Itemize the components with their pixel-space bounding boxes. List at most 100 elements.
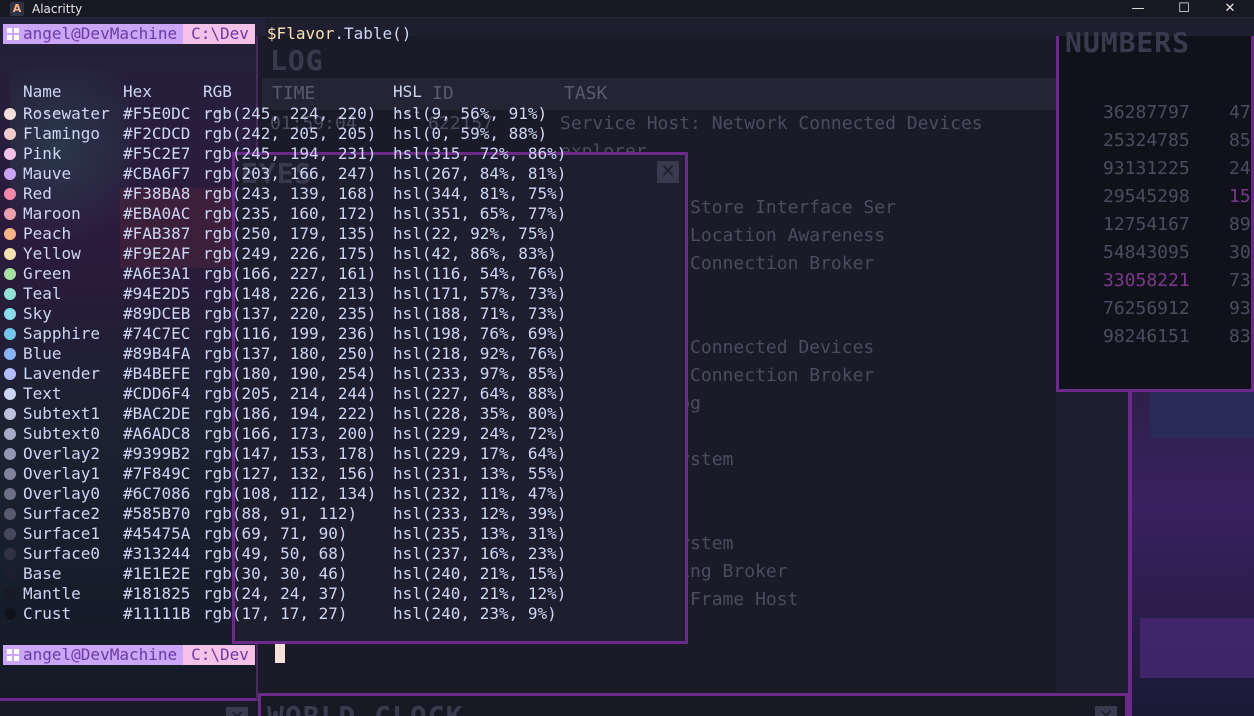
number-value-partial: 89 — [1229, 214, 1251, 235]
table-row: Peach #FAB387 rgb(250, 179, 135) hsl(22, 92… — [4, 224, 604, 244]
column-header-hsl: HSL — [393, 82, 422, 101]
table-row: Subtext1 #BAC2DE rgb(186, 194, 222) hsl(228… — [4, 404, 604, 424]
terminal-viewport[interactable]: LOG TIME ID TASK 01:59:04 622157 Service H… — [0, 18, 1254, 716]
color-hsl: hsl(344, 81%, 75%) — [393, 184, 567, 203]
windows-logo-icon — [7, 28, 19, 40]
color-hsl: hsl(240, 21%, 12%) — [393, 584, 567, 603]
color-rgb: rgb(148, 226, 213) — [203, 284, 377, 303]
color-swatch-icon — [4, 568, 16, 580]
minimize-button[interactable]: — — [1115, 0, 1161, 18]
panel-border — [1128, 392, 1132, 716]
world-clock-close-icon[interactable]: ✕ — [1095, 706, 1117, 716]
color-swatch-icon — [4, 268, 16, 280]
maximize-button[interactable]: ☐ — [1161, 0, 1207, 18]
eyes-panel-close-icon[interactable]: ✕ — [657, 161, 679, 183]
color-name: Surface1 — [23, 524, 101, 543]
color-hex: #1E1E2E — [123, 564, 191, 583]
color-hex: #A6E3A1 — [123, 264, 191, 283]
color-hex: #89B4FA — [123, 344, 191, 363]
left-panel-close-icon[interactable]: ✕ — [226, 707, 248, 716]
color-name: Sapphire — [23, 324, 101, 343]
table-row: Maroon #EBA0AC rgb(235, 160, 172) hsl(351, … — [4, 204, 604, 224]
table-row: Overlay0 #6C7086 rgb(108, 112, 134) hsl(232… — [4, 484, 604, 504]
number-value: 76256912 — [1103, 298, 1190, 319]
color-name: Green — [23, 264, 72, 283]
color-hsl: hsl(233, 12%, 39%) — [393, 504, 567, 523]
color-rgb: rgb(30, 30, 46) — [203, 564, 348, 583]
text-cursor — [274, 644, 285, 663]
color-name: Lavender — [23, 364, 101, 383]
table-row: Yellow #F9E2AF rgb(249, 226, 175) hsl(42, 8… — [4, 244, 604, 264]
number-value: 54843095 — [1103, 242, 1190, 263]
color-hsl: hsl(235, 13%, 31%) — [393, 524, 567, 543]
color-hex: #F5E0DC — [123, 104, 191, 123]
table-row: Blue #89B4FA rgb(137, 180, 250) hsl(218, 92… — [4, 344, 604, 364]
color-name: Maroon — [23, 204, 81, 223]
color-rgb: rgb(245, 194, 231) — [203, 144, 377, 163]
color-swatch-icon — [4, 208, 16, 220]
color-rgb: rgb(137, 180, 250) — [203, 344, 377, 363]
color-hex: #585B70 — [123, 504, 191, 523]
color-hsl: hsl(315, 72%, 86%) — [393, 144, 567, 163]
color-hex: #89DCEB — [123, 304, 191, 323]
color-swatch-icon — [4, 168, 16, 180]
color-swatch-icon — [4, 528, 16, 540]
prompt-user: angel@DevMachine — [23, 24, 178, 43]
column-header-rgb: RGB — [203, 82, 232, 101]
table-row: Lavender #B4BEFE rgb(180, 190, 254) hsl(233… — [4, 364, 604, 384]
table-row: Subtext0 #A6ADC8 rgb(166, 173, 200) hsl(229… — [4, 424, 604, 444]
color-hex: #74C7EC — [123, 324, 191, 343]
color-swatch-icon — [4, 408, 16, 420]
color-name: Overlay2 — [23, 444, 101, 463]
number-value: 93131225 — [1103, 158, 1190, 179]
color-rgb: rgb(203, 166, 247) — [203, 164, 377, 183]
prompt-line-empty: angel@DevMachine C:\Dev — [3, 644, 285, 665]
color-name: Subtext1 — [23, 404, 101, 423]
color-hsl: hsl(188, 71%, 73%) — [393, 304, 567, 323]
color-hsl: hsl(232, 11%, 47%) — [393, 484, 567, 503]
column-header-name: Name — [23, 82, 62, 101]
color-hex: #F9E2AF — [123, 244, 191, 263]
number-value-partial: 85 — [1229, 130, 1251, 151]
color-name: Surface2 — [23, 504, 101, 523]
color-hex: #FAB387 — [123, 224, 191, 243]
color-hsl: hsl(229, 17%, 64%) — [393, 444, 567, 463]
table-row: Surface1 #45475A rgb(69, 71, 90) hsl(235, 1… — [4, 524, 604, 544]
color-swatch-icon — [4, 488, 16, 500]
color-hsl: hsl(233, 97%, 85%) — [393, 364, 567, 383]
color-rgb: rgb(116, 199, 236) — [203, 324, 377, 343]
color-rgb: rgb(147, 153, 178) — [203, 444, 377, 463]
color-rgb: rgb(24, 24, 37) — [203, 584, 348, 603]
color-rgb: rgb(186, 194, 222) — [203, 404, 377, 423]
color-swatch-icon — [4, 368, 16, 380]
color-name: Rosewater — [23, 104, 110, 123]
color-hex: #B4BEFE — [123, 364, 191, 383]
color-swatch-icon — [4, 328, 16, 340]
color-hsl: hsl(240, 23%, 9%) — [393, 604, 557, 623]
color-hsl: hsl(22, 92%, 75%) — [393, 224, 557, 243]
number-value-partial: 73 — [1229, 270, 1251, 291]
color-name: Crust — [23, 604, 72, 623]
color-hex: #F5C2E7 — [123, 144, 191, 163]
color-name: Blue — [23, 344, 62, 363]
color-rgb: rgb(250, 179, 135) — [203, 224, 377, 243]
color-hex: #6C7086 — [123, 484, 191, 503]
color-hex: #CBA6F7 — [123, 164, 191, 183]
color-hex: #CDD6F4 — [123, 384, 191, 403]
table-row: Crust #11111B rgb(17, 17, 27) hsl(240, 23%,… — [4, 604, 604, 624]
color-hex: #181825 — [123, 584, 191, 603]
color-swatch-icon — [4, 548, 16, 560]
color-hex: #EBA0AC — [123, 204, 191, 223]
prompt-line-command: angel@DevMachine C:\Dev $Flavor.Table() — [3, 24, 411, 44]
table-row: Mantle #181825 rgb(24, 24, 37) hsl(240, 21%… — [4, 584, 604, 604]
table-row: Teal #94E2D5 rgb(148, 226, 213) hsl(171, 57… — [4, 284, 604, 304]
color-name: Surface0 — [23, 544, 101, 563]
prompt-path: C:\Dev — [191, 645, 249, 664]
prompt-user-segment: angel@DevMachine — [3, 24, 184, 44]
color-swatch-icon — [4, 248, 16, 260]
close-window-button[interactable]: ✕ — [1207, 0, 1253, 18]
color-hex: #BAC2DE — [123, 404, 191, 423]
color-hsl: hsl(42, 86%, 83%) — [393, 244, 557, 263]
color-hex: #F2CDCD — [123, 124, 191, 143]
color-swatch-icon — [4, 288, 16, 300]
